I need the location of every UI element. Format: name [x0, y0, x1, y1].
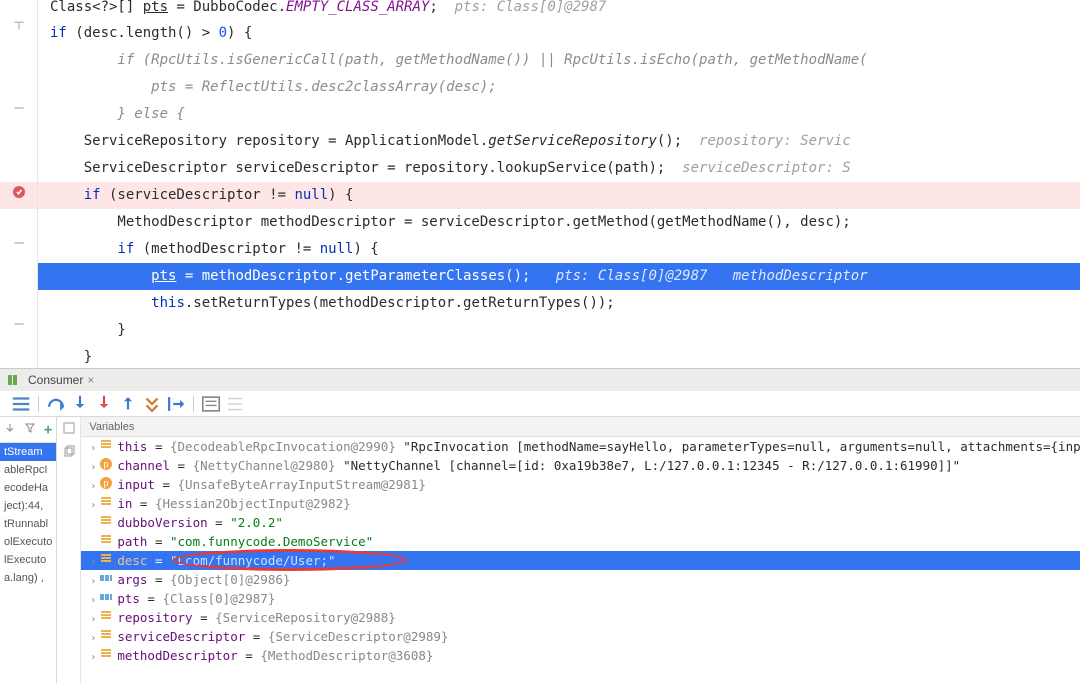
- code-line[interactable]: if (desc.length() > 0) {: [38, 20, 1080, 47]
- code-line[interactable]: } else {: [38, 101, 1080, 128]
- editor-gutter: [0, 0, 38, 368]
- fold-icon[interactable]: [12, 20, 26, 34]
- frame-item[interactable]: tStream: [0, 443, 56, 461]
- evaluate-icon[interactable]: [200, 394, 222, 414]
- step-into-icon[interactable]: [69, 394, 91, 414]
- add-icon[interactable]: +: [44, 422, 52, 438]
- filter-icon[interactable]: [24, 422, 36, 438]
- variables-tree[interactable]: ›this = {DecodeableRpcInvocation@2990} "…: [81, 437, 1080, 683]
- debug-tab[interactable]: Consumer ×: [22, 373, 100, 387]
- show-execution-icon[interactable]: [10, 394, 32, 414]
- code-editor[interactable]: Class<?>[] pts = DubboCodec.EMPTY_CLASS_…: [0, 0, 1080, 368]
- breakpoint-icon[interactable]: [12, 185, 26, 199]
- code-line[interactable]: if (RpcUtils.isGenericCall(path, getMeth…: [38, 47, 1080, 74]
- code-line[interactable]: this.setReturnTypes(methodDescriptor.get…: [38, 290, 1080, 317]
- frame-item[interactable]: ject):44,: [0, 497, 56, 515]
- frame-item[interactable]: olExecuto: [0, 533, 56, 551]
- code-line[interactable]: if (methodDescriptor != null) {: [38, 236, 1080, 263]
- code-line[interactable]: Class<?>[] pts = DubboCodec.EMPTY_CLASS_…: [38, 0, 1080, 21]
- variable-row[interactable]: ›desc = "Lcom/funnycode/User;": [81, 551, 1080, 570]
- frame-item[interactable]: lExecuto: [0, 551, 56, 569]
- variable-row[interactable]: ›this = {DecodeableRpcInvocation@2990} "…: [81, 437, 1080, 456]
- code-line[interactable]: ServiceRepository repository = Applicati…: [38, 128, 1080, 155]
- fold-icon[interactable]: [12, 101, 26, 115]
- variable-row[interactable]: ›repository = {ServiceRepository@2988}: [81, 608, 1080, 627]
- var-type-icon: [99, 647, 113, 666]
- variable-row[interactable]: ›pchannel = {NettyChannel@2980} "NettyCh…: [81, 456, 1080, 475]
- vars-sidebar: [57, 417, 81, 683]
- svg-text:p: p: [104, 478, 109, 488]
- code-line-current[interactable]: pts = methodDescriptor.getParameterClass…: [38, 263, 1080, 290]
- step-out-icon[interactable]: [117, 394, 139, 414]
- var-type-icon: [99, 438, 113, 457]
- debug-panel: Consumer × + tStreamableRpcIecodeHaje: [0, 368, 1080, 683]
- force-step-into-icon[interactable]: [93, 394, 115, 414]
- debug-icon: [6, 372, 22, 388]
- code-line[interactable]: pts = ReflectUtils.desc2classArray(desc)…: [38, 74, 1080, 101]
- code-line[interactable]: MethodDescriptor methodDescriptor = serv…: [38, 209, 1080, 236]
- var-type-icon: [99, 590, 113, 609]
- fold-icon[interactable]: [12, 236, 26, 250]
- variable-row[interactable]: ›pts = {Class[0]@2987}: [81, 589, 1080, 608]
- trace-icon[interactable]: [224, 394, 246, 414]
- code-line[interactable]: }: [38, 317, 1080, 344]
- var-type-icon: p: [99, 476, 113, 495]
- var-type-icon: [99, 552, 113, 571]
- copy-icon[interactable]: [62, 445, 76, 463]
- var-type-icon: [99, 571, 113, 590]
- variable-row[interactable]: ›serviceDescriptor = {ServiceDescriptor@…: [81, 627, 1080, 646]
- frame-item[interactable]: a.lang) ,: [0, 569, 56, 587]
- debug-tabs: Consumer ×: [0, 369, 1080, 391]
- code-line[interactable]: ServiceDescriptor serviceDescriptor = re…: [38, 155, 1080, 182]
- debug-toolbar: [0, 391, 1080, 417]
- var-type-icon: [99, 514, 113, 533]
- var-type-icon: [99, 609, 113, 628]
- code-line[interactable]: if (serviceDescriptor != null) {: [38, 182, 1080, 209]
- variable-row[interactable]: ›pinput = {UnsafeByteArrayInputStream@29…: [81, 475, 1080, 494]
- frame-item[interactable]: tRunnabl: [0, 515, 56, 533]
- frame-item[interactable]: ableRpcI: [0, 461, 56, 479]
- frame-down-icon[interactable]: [4, 422, 16, 438]
- variable-row[interactable]: dubboVersion = "2.0.2": [81, 513, 1080, 532]
- variable-row[interactable]: ›methodDescriptor = {MethodDescriptor@36…: [81, 646, 1080, 665]
- variable-row[interactable]: ›args = {Object[0]@2986}: [81, 570, 1080, 589]
- step-over-icon[interactable]: [45, 394, 67, 414]
- var-type-icon: [99, 533, 113, 552]
- frame-item[interactable]: ecodeHa: [0, 479, 56, 497]
- svg-text:p: p: [104, 459, 109, 469]
- var-type-icon: p: [99, 457, 113, 476]
- frames-panel: + tStreamableRpcIecodeHaject):44,tRunnab…: [0, 417, 57, 683]
- close-icon[interactable]: ×: [87, 373, 94, 387]
- drop-frame-icon[interactable]: [141, 394, 163, 414]
- code-line[interactable]: }: [38, 344, 1080, 368]
- var-type-icon: [99, 628, 113, 647]
- var-type-icon: [99, 495, 113, 514]
- fold-icon[interactable]: [12, 317, 26, 331]
- variable-row[interactable]: path = "com.funnycode.DemoService": [81, 532, 1080, 551]
- variables-header: Variables: [81, 417, 1080, 437]
- run-to-cursor-icon[interactable]: [165, 394, 187, 414]
- variable-row[interactable]: ›in = {Hessian2ObjectInput@2982}: [81, 494, 1080, 513]
- new-watch-icon[interactable]: [62, 421, 76, 439]
